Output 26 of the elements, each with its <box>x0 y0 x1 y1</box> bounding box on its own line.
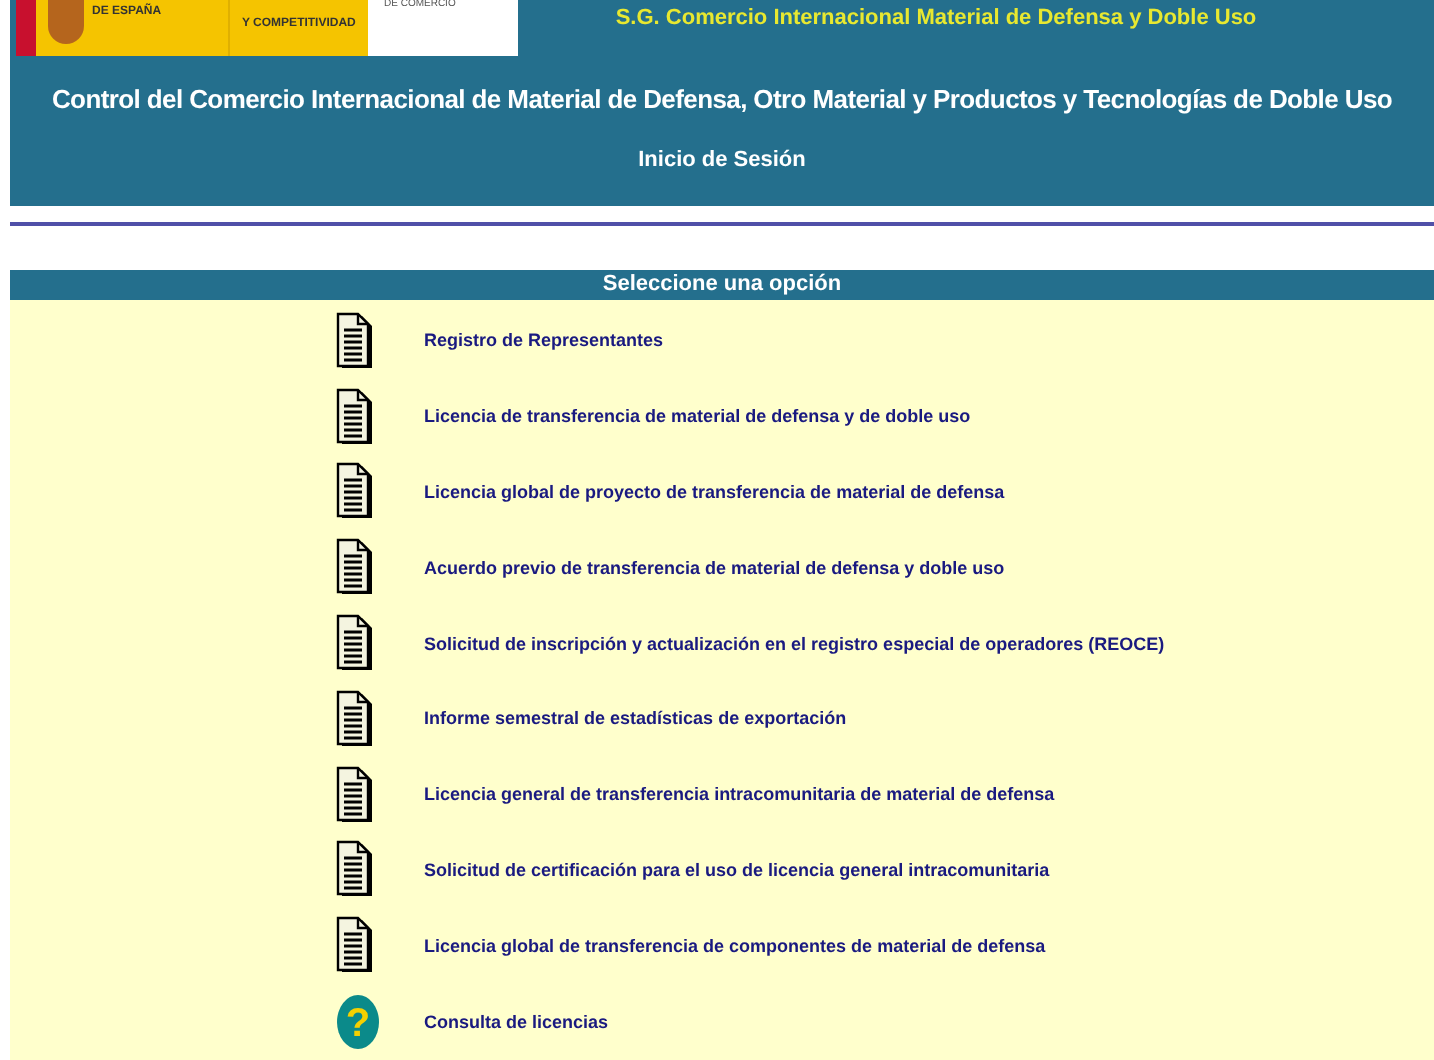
document-icon <box>336 916 376 977</box>
document-icon <box>336 689 376 750</box>
document-icon <box>336 311 376 372</box>
document-icon <box>336 765 376 826</box>
document-icon <box>336 462 376 523</box>
department-name: S.G. Comercio Internacional Material de Defensa y Doble Uso <box>613 4 1259 30</box>
menu-link[interactable]: Licencia de transferencia de material de defensa y de doble uso <box>424 408 971 427</box>
menu-link[interactable]: Consulta de licencias <box>424 1013 609 1032</box>
document-icon <box>336 387 376 448</box>
menu-link[interactable]: Acuerdo previo de transferencia de material de defensa y doble uso <box>424 559 1005 578</box>
document-icon <box>336 614 376 675</box>
menu-link[interactable]: Solicitud de certificación para el uso de licencia general intracomunitaria <box>424 861 1050 880</box>
document-icon <box>336 538 376 599</box>
document-icon <box>336 840 376 901</box>
menu-link[interactable]: Licencia general de transferencia intracomunitaria de material de defensa <box>424 786 1055 805</box>
page-subtitle: Inicio de Sesión <box>636 145 808 175</box>
page-title: Control del Comercio Internacional de Material de Defensa, Otro Material y Productos y Tecnologías de Doble Uso <box>49 82 1395 118</box>
help-icon: ? <box>336 994 380 1051</box>
menu-link[interactable]: Licencia global de transferencia de componentes de material de defensa <box>424 937 1046 956</box>
menu-link[interactable]: Solicitud de inscripción y actualización en el registro especial de operadores (REOCE) <box>424 635 1165 654</box>
menu-title: Seleccione una opción <box>602 274 842 296</box>
menu-link[interactable]: Licencia global de proyecto de transferencia de material de defensa <box>424 483 1005 502</box>
flag-stripe <box>16 0 36 56</box>
menu-link[interactable]: Registro de Representantes <box>424 332 664 351</box>
coat-of-arms-icon <box>48 0 84 44</box>
menu-link[interactable]: Informe semestral de estadísticas de exportación <box>424 710 847 729</box>
